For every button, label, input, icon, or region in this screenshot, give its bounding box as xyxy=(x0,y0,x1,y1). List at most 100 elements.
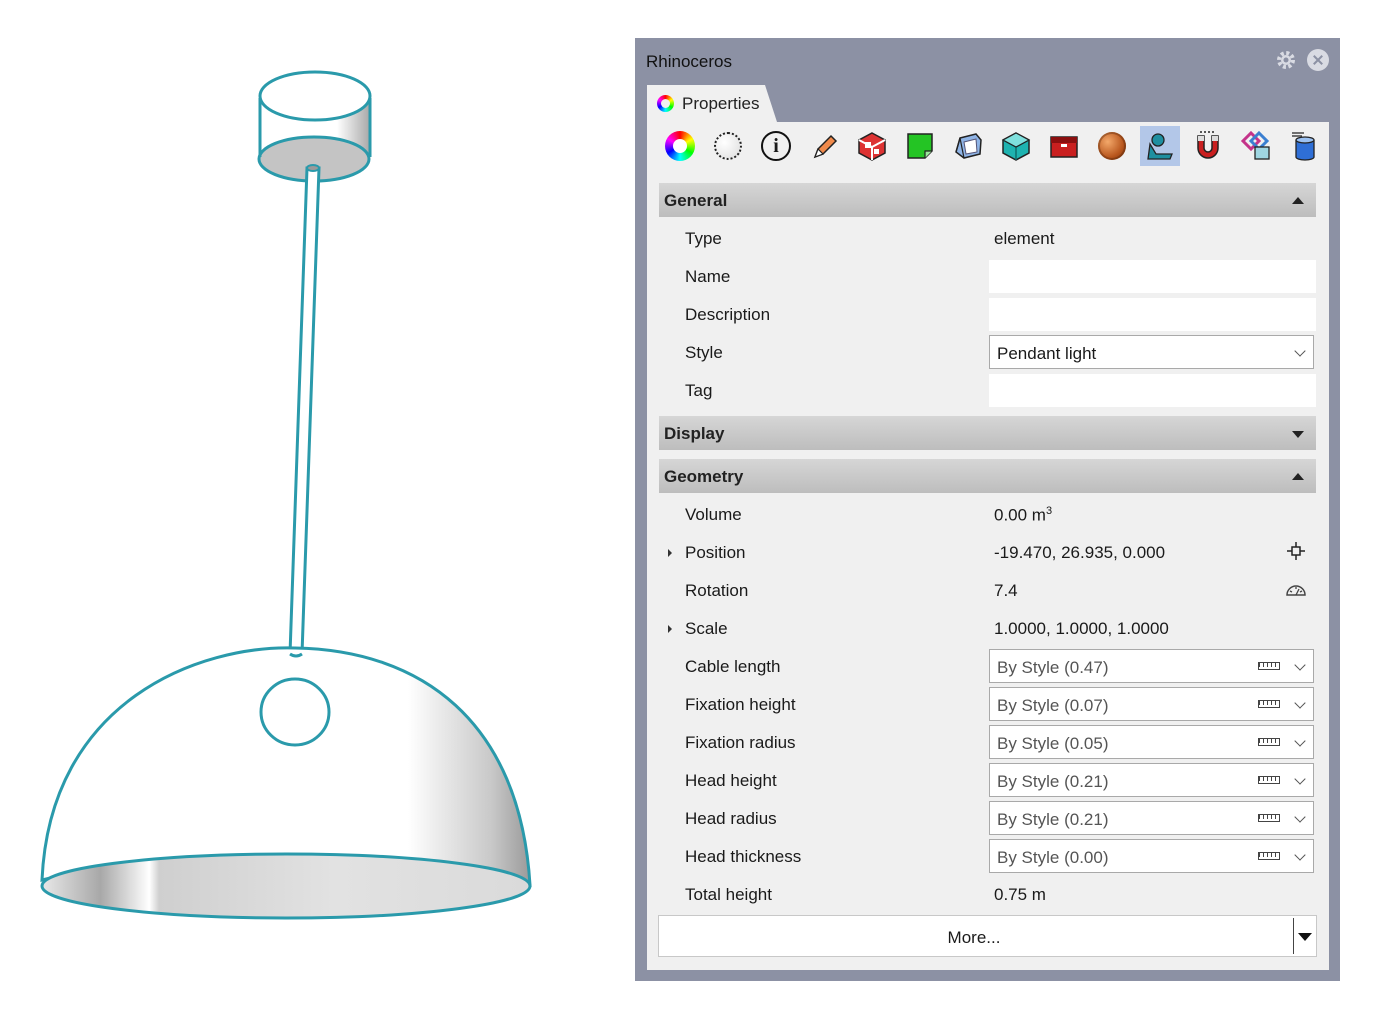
row-head-radius: Head radius By Style (0.21) xyxy=(659,800,1316,838)
fixation-height-value: By Style (0.07) xyxy=(997,696,1109,715)
ruler-icon[interactable] xyxy=(1258,738,1280,746)
tag-label: Tag xyxy=(685,381,713,400)
geometry-page-button[interactable] xyxy=(996,126,1036,166)
row-tag: Tag xyxy=(659,371,1316,409)
section-title: Display xyxy=(664,424,725,443)
total-height-label: Total height xyxy=(685,885,772,904)
pencil-icon xyxy=(813,134,838,159)
expand-arrow-icon[interactable] xyxy=(668,625,672,633)
description-label: Description xyxy=(685,305,771,324)
close-icon[interactable] xyxy=(1307,49,1329,71)
tag-field[interactable] xyxy=(989,374,1316,407)
material-page-button[interactable] xyxy=(708,126,748,166)
render-page-button[interactable] xyxy=(852,126,892,166)
pendant-light-model[interactable] xyxy=(0,0,620,1016)
position-label: Position xyxy=(685,543,746,562)
rotation-value[interactable]: 7.4 xyxy=(994,581,1018,601)
name-field[interactable] xyxy=(989,260,1316,293)
row-type: Type element xyxy=(659,219,1316,257)
displacement-page-button[interactable] xyxy=(1092,126,1132,166)
rotation-label: Rotation xyxy=(685,581,749,600)
dropdown-arrow-icon[interactable] xyxy=(1298,933,1312,941)
split-divider xyxy=(1293,918,1294,954)
ruler-icon[interactable] xyxy=(1258,814,1280,822)
expand-icon[interactable] xyxy=(1292,431,1304,438)
element-page-button[interactable] xyxy=(1140,126,1180,166)
volume-value: 0.00 m3 xyxy=(994,505,1053,525)
sphere-texture-icon xyxy=(1098,132,1126,160)
scale-value: 1.0000, 1.0000, 1.0000 xyxy=(994,619,1169,638)
linked-blocks-page-button[interactable] xyxy=(1236,126,1276,166)
material-circle-icon xyxy=(714,132,742,160)
head-height-dropdown[interactable]: By Style (0.21) xyxy=(989,763,1314,797)
style-dropdown[interactable]: Pendant light xyxy=(989,335,1314,369)
row-head-height: Head height By Style (0.21) xyxy=(659,762,1316,800)
property-page-toolbar: i xyxy=(647,122,1329,172)
cable-length-value: By Style (0.47) xyxy=(997,658,1109,677)
collapse-icon[interactable] xyxy=(1292,473,1304,480)
section-display-header[interactable]: Display xyxy=(659,416,1316,450)
object-info-page-button[interactable]: i xyxy=(756,126,796,166)
row-cable-length: Cable length By Style (0.47) xyxy=(659,648,1316,686)
expand-arrow-icon[interactable] xyxy=(668,549,672,557)
teal-cube-icon xyxy=(1001,132,1031,161)
texture-page-button[interactable] xyxy=(900,126,940,166)
info-icon: i xyxy=(761,131,791,161)
decal-page-button[interactable] xyxy=(1044,126,1084,166)
row-position[interactable]: Position -19.470, 26.935, 0.000 xyxy=(659,533,1316,571)
row-total-height: Total height 0.75 m xyxy=(659,875,1316,913)
chevron-down-icon xyxy=(1294,811,1306,823)
protractor-icon[interactable] xyxy=(1286,579,1306,599)
database-icon xyxy=(1292,132,1315,161)
ruler-icon[interactable] xyxy=(1258,776,1280,784)
name-label: Name xyxy=(685,267,731,286)
head-radius-dropdown[interactable]: By Style (0.21) xyxy=(989,801,1314,835)
description-field[interactable] xyxy=(989,298,1316,331)
head-height-value: By Style (0.21) xyxy=(997,772,1109,791)
linked-blocks-icon xyxy=(1240,130,1270,160)
panel-titlebar[interactable]: Rhinoceros xyxy=(635,38,1340,84)
database-page-button[interactable] xyxy=(1284,126,1324,166)
type-value: element xyxy=(994,229,1055,248)
edit-page-button[interactable] xyxy=(804,126,844,166)
head-radius-value: By Style (0.21) xyxy=(997,810,1109,829)
section-geometry-header[interactable]: Geometry xyxy=(659,459,1316,493)
mesh-page-button[interactable] xyxy=(948,126,988,166)
object-color-page-button[interactable] xyxy=(660,126,700,166)
row-style: Style Pendant light xyxy=(659,334,1316,372)
fixation-radius-label: Fixation radius xyxy=(685,733,796,752)
person-icon xyxy=(1147,133,1173,160)
collapse-icon[interactable] xyxy=(1292,197,1304,204)
magnet-icon xyxy=(1197,131,1219,159)
window-title: Rhinoceros xyxy=(646,52,732,71)
fixation-radius-value: By Style (0.05) xyxy=(997,734,1109,753)
3d-viewport[interactable] xyxy=(0,0,620,1016)
color-wheel-icon xyxy=(665,131,695,161)
row-volume: Volume 0.00 m3 xyxy=(659,495,1316,533)
fixation-radius-dropdown[interactable]: By Style (0.05) xyxy=(989,725,1314,759)
ruler-icon[interactable] xyxy=(1258,662,1280,670)
pick-point-icon[interactable] xyxy=(1286,541,1306,561)
green-page-icon xyxy=(907,133,933,159)
chevron-down-icon xyxy=(1294,849,1306,861)
chevron-down-icon xyxy=(1294,659,1306,671)
ruler-icon[interactable] xyxy=(1258,852,1280,860)
row-rotation: Rotation 7.4 xyxy=(659,571,1316,609)
mesh-cube-icon xyxy=(955,133,982,159)
fixation-height-dropdown[interactable]: By Style (0.07) xyxy=(989,687,1314,721)
ruler-icon[interactable] xyxy=(1258,700,1280,708)
volume-label: Volume xyxy=(685,505,742,524)
gear-icon[interactable] xyxy=(1275,49,1297,71)
head-radius-label: Head radius xyxy=(685,809,777,828)
row-name: Name xyxy=(659,257,1316,295)
chevron-down-icon xyxy=(1294,345,1306,357)
cable-length-dropdown[interactable]: By Style (0.47) xyxy=(989,649,1314,683)
head-thickness-dropdown[interactable]: By Style (0.00) xyxy=(989,839,1314,873)
more-button[interactable]: More... xyxy=(658,915,1317,957)
head-height-label: Head height xyxy=(685,771,777,790)
section-general-header[interactable]: General xyxy=(659,183,1316,217)
row-scale[interactable]: Scale 1.0000, 1.0000, 1.0000 xyxy=(659,609,1316,647)
attractor-page-button[interactable] xyxy=(1188,126,1228,166)
head-thickness-value: By Style (0.00) xyxy=(997,848,1109,867)
tab-properties[interactable]: Properties xyxy=(647,85,777,122)
